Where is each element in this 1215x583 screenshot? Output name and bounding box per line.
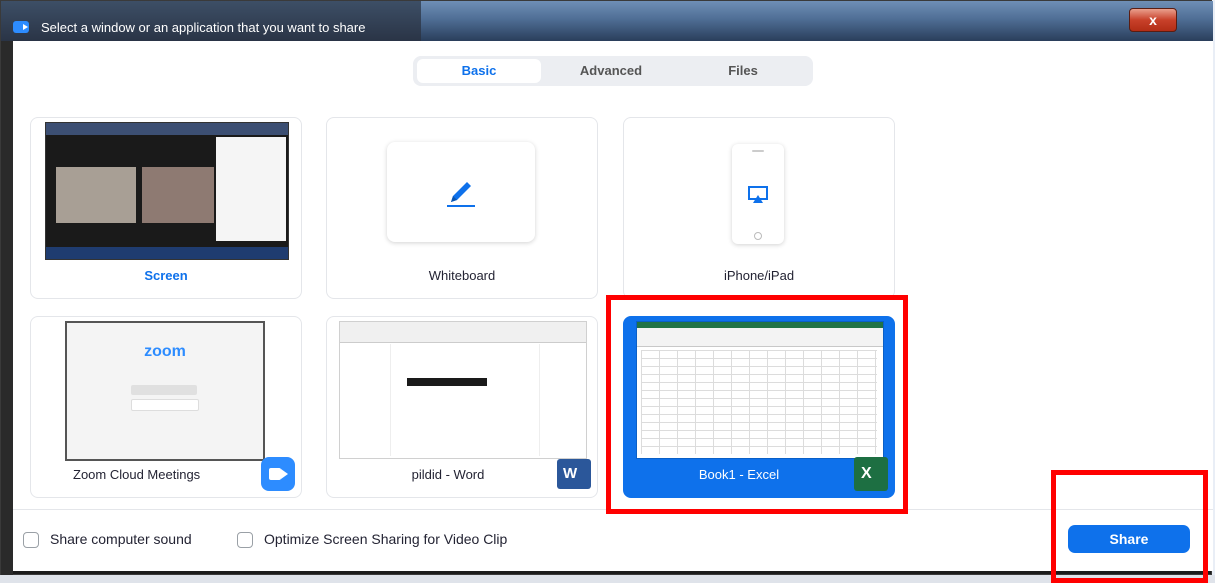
thumbnail-panel: [216, 137, 286, 241]
pencil-icon: [447, 182, 475, 207]
tile-whiteboard[interactable]: Whiteboard: [326, 117, 598, 299]
optimize-video-checkbox[interactable]: [237, 532, 253, 548]
tile-label-iphone: iPhone/iPad: [723, 268, 795, 283]
word-thumbnail: [339, 321, 587, 459]
highlight-excel: [606, 295, 908, 514]
zoom-logo: zoom: [144, 343, 186, 360]
whiteboard-card: [387, 142, 535, 242]
thumbnail-taskbar: [46, 247, 288, 259]
window-edge: [1, 41, 13, 576]
tile-label-whiteboard: Whiteboard: [428, 268, 496, 283]
thumbnail-strip: [407, 378, 487, 386]
thumbnail-button: [131, 399, 199, 411]
thumbnail-video: [56, 167, 136, 223]
tile-zoom-cloud-meetings[interactable]: zoom Zoom Cloud Meetings: [30, 316, 302, 498]
tile-label-word: pildid - Word: [411, 467, 485, 482]
thumbnail-button: [131, 385, 197, 395]
tab-files[interactable]: Files: [681, 59, 805, 83]
phone-home-button: [754, 232, 762, 240]
zoom-icon: [13, 21, 29, 33]
tile-label-zoom: Zoom Cloud Meetings: [73, 467, 201, 482]
thumbnail-video: [142, 167, 214, 223]
tile-word[interactable]: pildid - Word W: [326, 316, 598, 498]
airplay-icon: [748, 186, 768, 203]
zoom-camera-icon: [261, 457, 295, 491]
share-sound-checkbox[interactable]: [23, 532, 39, 548]
phone-speaker: [752, 150, 764, 152]
zoom-thumbnail: zoom: [65, 321, 265, 461]
tile-iphone-ipad[interactable]: iPhone/iPad: [623, 117, 895, 299]
highlight-share: [1051, 470, 1208, 583]
close-button[interactable]: x: [1129, 8, 1177, 32]
tile-label-screen: Screen: [144, 268, 188, 283]
screen-thumbnail: [45, 122, 289, 260]
share-sound-label[interactable]: Share computer sound: [50, 531, 192, 547]
tab-advanced[interactable]: Advanced: [549, 59, 673, 83]
thumbnail-titlebar: [46, 123, 288, 135]
word-icon: W: [557, 459, 591, 489]
tab-basic[interactable]: Basic: [417, 59, 541, 83]
thumbnail-page: [390, 344, 540, 456]
thumbnail-ribbon: [340, 322, 586, 343]
phone-graphic: [732, 144, 784, 244]
share-screen-dialog: Select a window or an application that y…: [0, 0, 1215, 583]
optimize-video-label[interactable]: Optimize Screen Sharing for Video Clip: [264, 531, 507, 547]
taskbar-strip: [0, 575, 1215, 583]
tile-screen[interactable]: Screen: [30, 117, 302, 299]
title-bar[interactable]: Select a window or an application that y…: [1, 1, 1213, 41]
window-title: Select a window or an application that y…: [41, 20, 366, 35]
tab-bar: Basic Advanced Files: [413, 56, 813, 86]
